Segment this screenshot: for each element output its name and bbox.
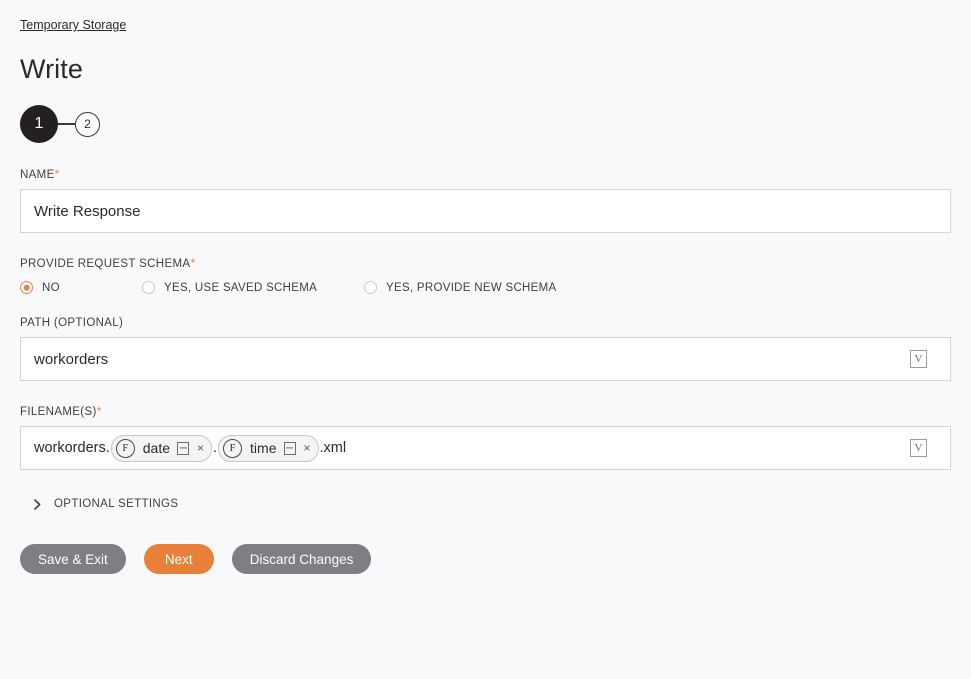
write-step-page: Temporary Storage Write 1 2 NAME* Write … (0, 0, 971, 679)
filename-label: FILENAME(S)* (20, 404, 951, 418)
step-2-number: 2 (84, 117, 91, 131)
path-input-value: workorders (34, 350, 109, 368)
save-and-exit-button[interactable]: Save & Exit (20, 544, 126, 574)
schema-radio-group: NO YES, USE SAVED SCHEMA YES, PROVIDE NE… (20, 281, 951, 294)
step-1-number: 1 (34, 115, 44, 132)
breadcrumb: Temporary Storage (20, 0, 951, 33)
filename-field-group: FILENAME(S)* workorders. F date × . F ti… (20, 404, 951, 470)
filename-insert-variable-icon[interactable]: V (910, 439, 927, 457)
filename-token-time-label: time (250, 440, 277, 456)
filename-separator-text: . (213, 440, 218, 456)
filename-suffix-text: .xml (319, 440, 347, 456)
filename-token-date-remove-icon[interactable]: × (197, 442, 204, 454)
path-insert-variable-icon[interactable]: V (910, 350, 927, 368)
schema-field-group: PROVIDE REQUEST SCHEMA* NO YES, USE SAVE… (20, 256, 951, 294)
chevron-right-icon (30, 498, 44, 510)
discard-changes-button[interactable]: Discard Changes (231, 544, 372, 574)
function-icon: F (115, 438, 135, 458)
optional-settings-label: OPTIONAL SETTINGS (54, 498, 179, 510)
radio-option-use-saved-schema[interactable]: YES, USE SAVED SCHEMA (142, 281, 364, 294)
action-buttons: Save & Exit Next Discard Changes (20, 544, 951, 574)
path-label: PATH (OPTIONAL) (20, 317, 124, 329)
name-label-text: NAME (20, 169, 55, 181)
filename-token-time[interactable]: F time × (218, 434, 319, 462)
radio-option-no[interactable]: NO (20, 281, 142, 294)
stepper: 1 2 (20, 104, 951, 144)
radio-icon-use-saved-schema[interactable] (142, 281, 155, 294)
filename-token-time-remove-icon[interactable]: × (304, 442, 311, 454)
page-title: Write (20, 54, 84, 84)
name-input-value: Write Response (34, 202, 141, 220)
name-input[interactable]: Write Response (20, 189, 951, 233)
radio-label-provide-new-schema: YES, PROVIDE NEW SCHEMA (386, 281, 557, 294)
schema-label: PROVIDE REQUEST SCHEMA* (20, 256, 951, 270)
filename-required-marker: * (96, 404, 102, 418)
step-1[interactable]: 1 (20, 105, 58, 143)
filename-token-date[interactable]: F date × (110, 434, 213, 462)
step-connector (58, 123, 75, 125)
step-2[interactable]: 2 (75, 111, 100, 137)
name-label: NAME* (20, 167, 951, 181)
radio-label-use-saved-schema: YES, USE SAVED SCHEMA (164, 281, 318, 294)
filename-label-text: FILENAME(S) (20, 406, 97, 418)
radio-option-provide-new-schema[interactable]: YES, PROVIDE NEW SCHEMA (364, 281, 556, 294)
radio-icon-no[interactable] (20, 281, 33, 294)
filename-prefix-text: workorders. (34, 440, 110, 456)
function-icon: F (223, 438, 243, 458)
name-field-group: NAME* Write Response (20, 167, 951, 233)
path-field-group: PATH (OPTIONAL) workorders V (20, 317, 951, 381)
path-input[interactable]: workorders V (20, 337, 951, 381)
filename-input-content: workorders. F date × . F time × .xml (34, 434, 910, 462)
filename-input[interactable]: workorders. F date × . F time × .xml V (20, 426, 951, 470)
filename-token-date-label: date (142, 440, 170, 456)
name-required-marker: * (54, 167, 60, 181)
filename-token-time-options-icon[interactable] (283, 441, 296, 455)
optional-settings-toggle[interactable]: OPTIONAL SETTINGS (20, 495, 951, 513)
schema-label-text: PROVIDE REQUEST SCHEMA (20, 258, 191, 270)
radio-icon-provide-new-schema[interactable] (364, 281, 377, 294)
breadcrumb-link-temporary-storage[interactable]: Temporary Storage (20, 18, 126, 32)
radio-label-no: NO (42, 281, 60, 294)
filename-token-date-options-icon[interactable] (177, 441, 189, 455)
next-button[interactable]: Next (143, 544, 214, 574)
schema-required-marker: * (190, 256, 196, 270)
